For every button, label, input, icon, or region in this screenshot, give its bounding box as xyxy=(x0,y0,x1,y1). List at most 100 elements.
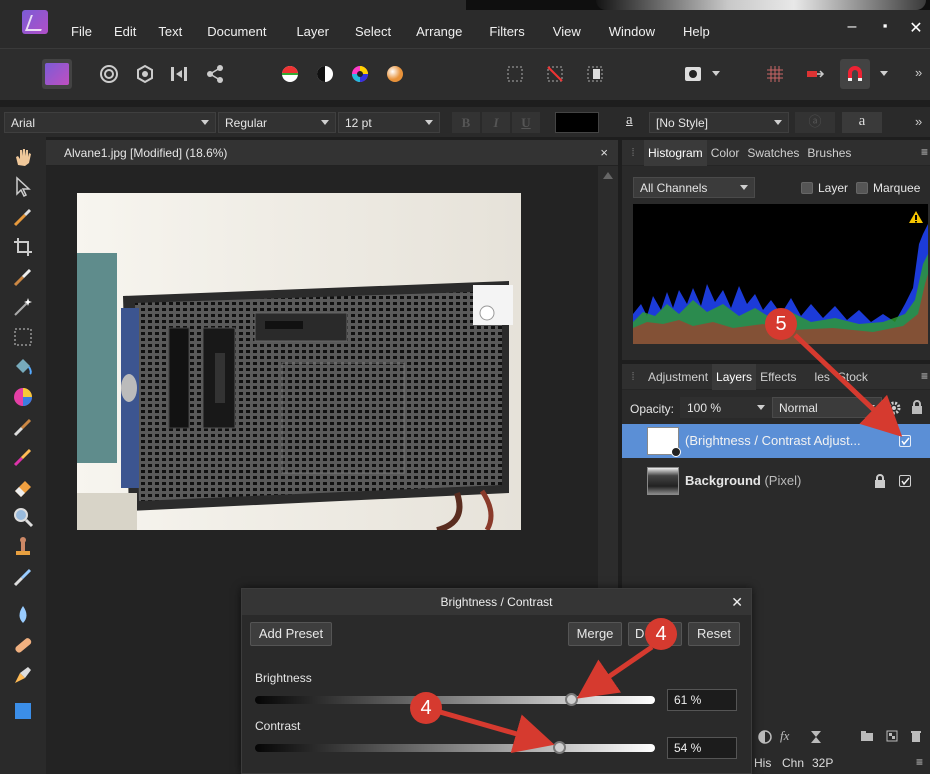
snapping-button[interactable] xyxy=(840,59,870,89)
close-document-button[interactable]: × xyxy=(600,145,608,160)
tab-brushes[interactable]: Brushes xyxy=(803,146,855,160)
menu-window[interactable]: Window xyxy=(595,18,669,46)
menu-help[interactable]: Help xyxy=(669,18,721,46)
force-pixel-alignment-button[interactable] xyxy=(800,59,830,89)
font-size-select[interactable]: 12 pt xyxy=(338,112,440,133)
menu-filters[interactable]: Filters xyxy=(473,18,540,46)
new-pixel-layer-icon[interactable] xyxy=(886,730,898,742)
trash-icon[interactable] xyxy=(910,729,922,743)
gear-icon[interactable] xyxy=(887,401,901,415)
menu-file[interactable]: File xyxy=(60,18,103,46)
layer-visibility-checkbox[interactable] xyxy=(899,435,911,447)
add-preset-button[interactable]: Add Preset xyxy=(250,622,332,646)
eraser-tool-icon[interactable] xyxy=(11,475,35,499)
hand-tool-icon[interactable] xyxy=(11,145,35,169)
tab-adjustment[interactable]: Adjustment xyxy=(644,370,712,384)
move-tool-icon[interactable] xyxy=(11,175,35,199)
opacity-select[interactable]: 100 % xyxy=(680,397,772,418)
document-tab[interactable]: Alvane1.jpg [Modified] (18.6%) × xyxy=(46,140,618,166)
auto-colors-button[interactable] xyxy=(345,59,375,89)
color-picker-tool-icon[interactable] xyxy=(11,205,35,229)
status-menu-icon[interactable]: ≡ xyxy=(916,755,923,769)
tab-stock[interactable]: Stock xyxy=(834,370,872,384)
underline-button[interactable]: U xyxy=(512,112,540,133)
tab-swatches[interactable]: Swatches xyxy=(743,146,803,160)
layer-checkbox[interactable] xyxy=(801,182,813,194)
paint-brush-tool-icon[interactable] xyxy=(11,415,35,439)
affinity-photo-logo-icon[interactable] xyxy=(22,10,48,34)
italic-button[interactable]: I xyxy=(482,112,510,133)
chevron-down-icon[interactable] xyxy=(712,71,720,76)
invert-selection-button[interactable] xyxy=(580,59,610,89)
selection-brush-tool-icon[interactable] xyxy=(11,265,35,289)
layer-row-background[interactable]: Background (Pixel) xyxy=(622,464,930,498)
tab-histogram[interactable]: Histogram xyxy=(644,139,707,166)
context-overflow-button[interactable]: » xyxy=(915,114,922,129)
folder-icon[interactable] xyxy=(860,730,874,742)
tone-mapping-persona-button[interactable] xyxy=(164,59,194,89)
tab-effects[interactable]: Effects xyxy=(756,370,800,384)
menu-text[interactable]: Text xyxy=(147,18,193,46)
export-persona-button[interactable] xyxy=(200,59,230,89)
dialog-close-button[interactable]: ✕ xyxy=(731,589,743,615)
panel-grip-icon[interactable]: ⁞ xyxy=(622,147,644,159)
font-family-select[interactable]: Arial xyxy=(4,112,216,133)
layer-row-brightness-contrast[interactable]: (Brightness / Contrast Adjust... xyxy=(622,424,930,458)
snapping-options-chevron-icon[interactable] xyxy=(880,71,888,76)
blend-mode-select[interactable]: Normal xyxy=(772,397,882,418)
menu-layer[interactable]: Layer xyxy=(280,18,343,46)
auto-white-balance-button[interactable] xyxy=(380,59,410,89)
brightness-slider[interactable] xyxy=(255,693,655,706)
contrast-slider[interactable] xyxy=(255,741,655,754)
lock-icon[interactable] xyxy=(911,400,923,414)
menu-view[interactable]: View xyxy=(541,18,595,46)
text-color-swatch[interactable] xyxy=(555,112,599,133)
rectangle-shape-tool-icon[interactable] xyxy=(11,699,35,723)
status-his[interactable]: His xyxy=(754,756,771,770)
paragraph-style-button[interactable]: ⓐ xyxy=(795,112,835,133)
photo-persona-button[interactable] xyxy=(42,59,72,89)
text-style-select[interactable]: [No Style] xyxy=(649,112,789,133)
menu-select[interactable]: Select xyxy=(343,18,405,46)
document-image[interactable] xyxy=(77,193,521,530)
tab-styles[interactable]: les xyxy=(801,370,834,384)
bold-button[interactable]: B xyxy=(452,112,480,133)
contrast-value-field[interactable]: 54 % xyxy=(667,737,737,759)
menu-edit[interactable]: Edit xyxy=(103,18,147,46)
auto-contrast-button[interactable] xyxy=(310,59,340,89)
scroll-up-arrow-icon[interactable] xyxy=(603,172,613,179)
deselect-button[interactable] xyxy=(540,59,570,89)
menu-document[interactable]: Document xyxy=(193,18,280,46)
blur-tool-icon[interactable] xyxy=(11,603,35,627)
panel-grip-icon[interactable]: ⁞ xyxy=(622,371,644,383)
color-wheel-tool-icon[interactable] xyxy=(11,385,35,409)
dialog-title-bar[interactable]: Brightness / Contrast ✕ xyxy=(242,589,751,615)
layer-lock-icon[interactable] xyxy=(874,474,886,488)
menu-arrange[interactable]: Arrange xyxy=(405,18,473,46)
font-style-select[interactable]: Regular xyxy=(218,112,336,133)
adjustment-half-circle-icon[interactable] xyxy=(758,730,772,744)
histogram-panel-menu-icon[interactable]: ≡ xyxy=(921,145,928,159)
maximize-button[interactable]: ▪ xyxy=(875,18,895,33)
layer-visibility-checkbox[interactable] xyxy=(899,475,911,487)
quick-mask-button[interactable] xyxy=(678,59,708,89)
snapping-grid-button[interactable] xyxy=(760,59,790,89)
healing-brush-tool-icon[interactable] xyxy=(11,565,35,589)
develop-persona-button[interactable] xyxy=(130,59,160,89)
auto-levels-button[interactable] xyxy=(275,59,305,89)
channels-select[interactable]: All Channels xyxy=(633,177,755,198)
select-all-button[interactable] xyxy=(500,59,530,89)
status-chn[interactable]: Chn xyxy=(782,756,804,770)
mixer-brush-tool-icon[interactable] xyxy=(11,445,35,469)
bandage-tool-icon[interactable] xyxy=(11,633,35,657)
minimize-button[interactable]: ‒ xyxy=(842,18,862,36)
marquee-checkbox[interactable] xyxy=(856,182,868,194)
reset-button[interactable]: Reset xyxy=(688,622,740,646)
tab-layers[interactable]: Layers xyxy=(712,363,757,390)
magic-wand-tool-icon[interactable] xyxy=(11,295,35,319)
marquee-tool-icon[interactable] xyxy=(11,325,35,349)
tab-color[interactable]: Color xyxy=(707,146,744,160)
pen-tool-icon[interactable] xyxy=(11,663,35,687)
contrast-slider-knob[interactable] xyxy=(553,741,566,754)
brightness-value-field[interactable]: 61 % xyxy=(667,689,737,711)
